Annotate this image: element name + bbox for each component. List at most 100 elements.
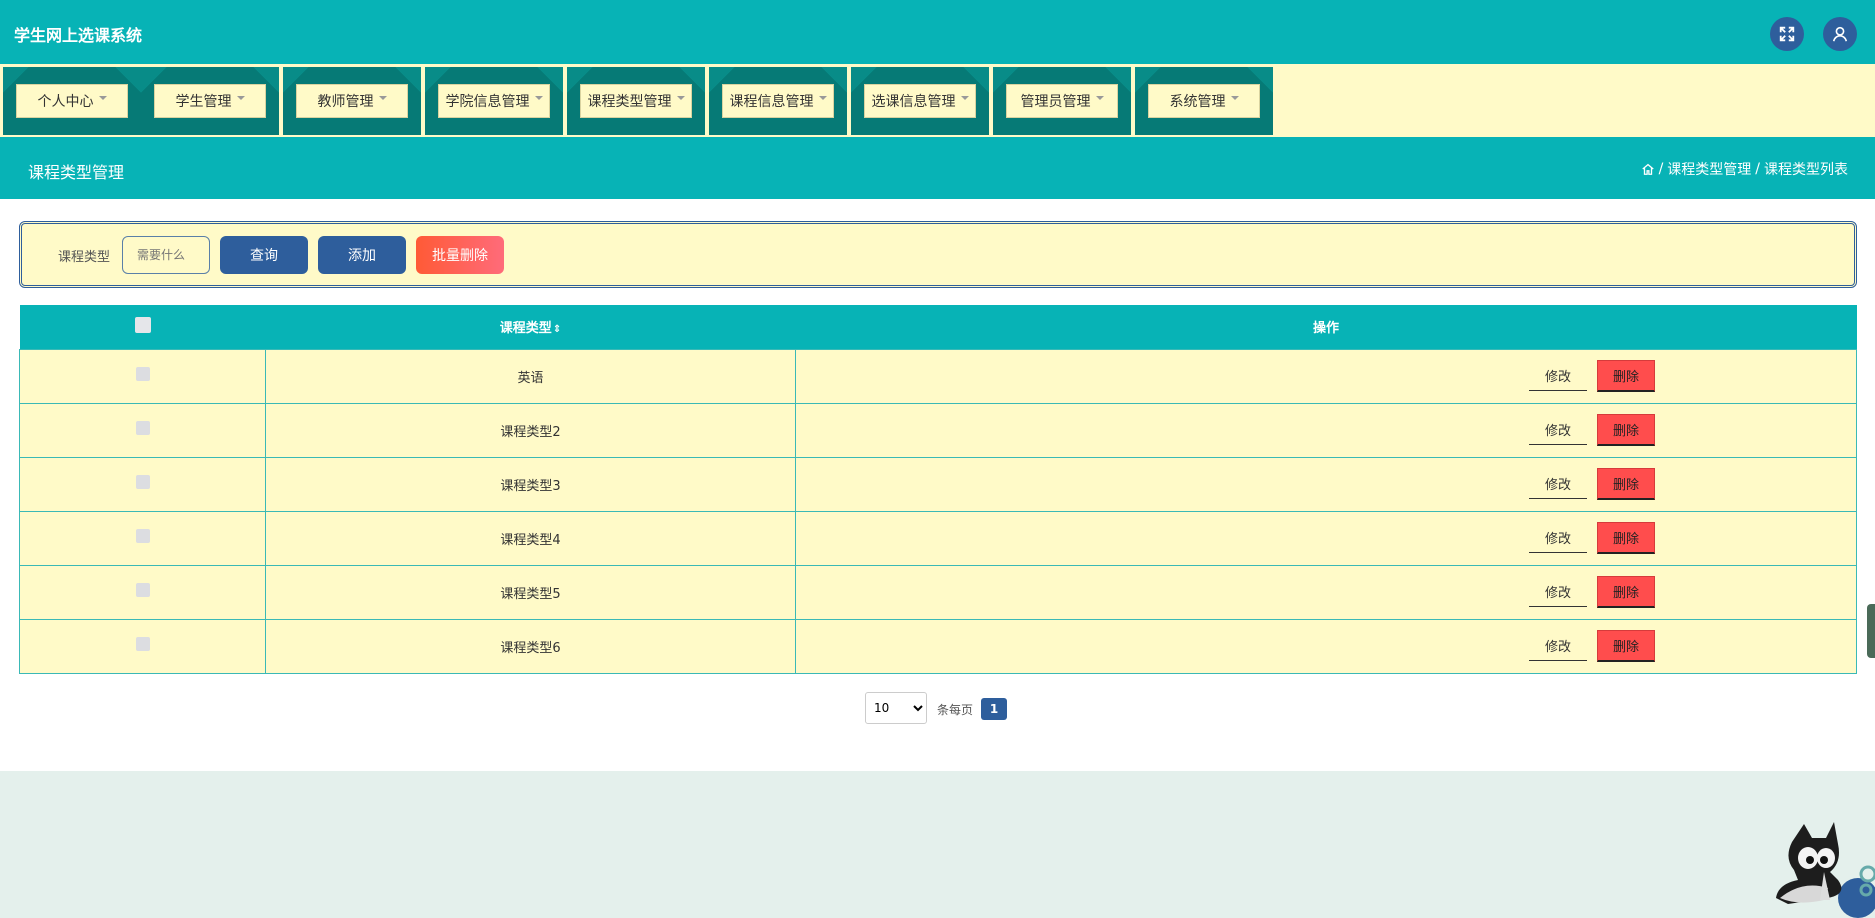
row-check-cell (19, 564, 266, 620)
per-page-label: 条每页 (937, 703, 974, 717)
row-check-cell (19, 402, 266, 458)
nav-label: 学生管理 (175, 94, 232, 110)
row-type: 课程类型3 (265, 456, 796, 512)
nav-item-college-management[interactable]: 学院信息管理 (425, 67, 563, 135)
breadcrumb: / 课程类型管理 / 课程类型列表 (1641, 159, 1848, 179)
header-label: 课程类型 (499, 321, 552, 337)
main-nav: 个人中心 学生管理 教师管理 学院信息管理 课程类型管理 课程信息管理 选课信息… (0, 64, 1875, 137)
nav-label: 系统管理 (1169, 94, 1226, 110)
row-check-cell (19, 510, 266, 566)
row-type: 课程类型6 (265, 618, 796, 674)
page-title: 课程类型管理 (28, 163, 125, 182)
row-checkbox[interactable] (135, 475, 150, 489)
column-header-ops: 操作 (795, 305, 1857, 349)
row-type: 英语 (265, 348, 796, 404)
delete-button[interactable]: 删除 (1597, 630, 1655, 662)
row-checkbox[interactable] (135, 421, 150, 435)
nav-item-course-type-management[interactable]: 课程类型管理 (567, 67, 705, 135)
table-row: 课程类型6 修改 删除 (19, 618, 1857, 674)
row-ops: 修改 删除 (795, 618, 1857, 674)
row-type: 课程类型2 (265, 402, 796, 458)
add-button[interactable]: 添加 (318, 236, 406, 274)
page-header: 课程类型管理 / 课程类型管理 / 课程类型列表 (0, 137, 1875, 199)
caret-down-icon (378, 96, 387, 100)
row-checkbox[interactable] (135, 529, 150, 543)
delete-button[interactable]: 删除 (1597, 522, 1655, 554)
select-all-checkbox[interactable] (134, 316, 151, 333)
row-checkbox[interactable] (135, 583, 150, 597)
search-label: 课程类型 (58, 250, 111, 265)
course-type-table: 课程类型⇕ 操作 英语 修改 删除 课程类型2 修改 删除 课程类型3 修改 删除 课… (19, 305, 1857, 674)
nav-label: 课程信息管理 (729, 94, 814, 110)
caret-down-icon (1230, 96, 1239, 100)
caret-down-icon (960, 96, 969, 100)
nav-item-student-management[interactable]: 学生管理 (141, 67, 279, 135)
caret-down-icon (236, 96, 245, 100)
row-type: 课程类型5 (265, 564, 796, 620)
table-row: 课程类型4 修改 删除 (19, 510, 1857, 566)
edit-button[interactable]: 修改 (1529, 577, 1587, 607)
edit-button[interactable]: 修改 (1529, 361, 1587, 391)
sort-icon[interactable]: ⇕ (553, 324, 561, 335)
nav-label: 个人中心 (37, 94, 94, 110)
breadcrumb-item: 课程类型列表 (1764, 162, 1848, 178)
delete-button[interactable]: 删除 (1597, 576, 1655, 608)
row-ops: 修改 删除 (795, 402, 1857, 458)
table-header-row: 课程类型⇕ 操作 (19, 305, 1857, 349)
nav-label: 选课信息管理 (871, 94, 956, 110)
delete-button[interactable]: 删除 (1597, 414, 1655, 446)
caret-down-icon (676, 96, 685, 100)
delete-button[interactable]: 删除 (1597, 360, 1655, 392)
row-checkbox[interactable] (135, 637, 150, 651)
home-icon[interactable] (1641, 162, 1655, 176)
nav-label: 教师管理 (317, 94, 374, 110)
nav-item-admin-management[interactable]: 管理员管理 (993, 67, 1131, 135)
nav-item-selection-info-management[interactable]: 选课信息管理 (851, 67, 989, 135)
nav-item-teacher-management[interactable]: 教师管理 (283, 67, 421, 135)
table-row: 课程类型2 修改 删除 (19, 402, 1857, 458)
row-ops: 修改 删除 (795, 564, 1857, 620)
caret-down-icon (1095, 96, 1104, 100)
table-row: 课程类型3 修改 删除 (19, 456, 1857, 512)
nav-item-course-info-management[interactable]: 课程信息管理 (709, 67, 847, 135)
delete-button[interactable]: 删除 (1597, 468, 1655, 500)
table-row: 课程类型5 修改 删除 (19, 564, 1857, 620)
breadcrumb-item[interactable]: 课程类型管理 (1667, 159, 1751, 179)
column-header-type[interactable]: 课程类型⇕ (265, 305, 796, 349)
caret-down-icon (98, 96, 107, 100)
top-bar: 学生网上选课系统 (0, 0, 1875, 64)
breadcrumb-separator: / (1755, 161, 1760, 177)
nav-item-system-management[interactable]: 系统管理 (1135, 67, 1273, 135)
select-all-cell (19, 305, 266, 349)
edit-button[interactable]: 修改 (1529, 469, 1587, 499)
user-icon[interactable] (1823, 17, 1857, 51)
app-title: 学生网上选课系统 (14, 26, 143, 45)
edit-button[interactable]: 修改 (1529, 631, 1587, 661)
row-type: 课程类型4 (265, 510, 796, 566)
caret-down-icon (818, 96, 827, 100)
row-ops: 修改 删除 (795, 456, 1857, 512)
caret-down-icon (534, 96, 543, 100)
batch-delete-button[interactable]: 批量删除 (416, 236, 504, 274)
row-check-cell (19, 348, 266, 404)
row-check-cell (19, 456, 266, 512)
edit-button[interactable]: 修改 (1529, 523, 1587, 553)
row-check-cell (19, 618, 266, 674)
fullscreen-icon[interactable] (1770, 17, 1804, 51)
page-number-current[interactable]: 1 (981, 698, 1007, 720)
nav-label: 学院信息管理 (445, 94, 530, 110)
row-ops: 修改 删除 (795, 510, 1857, 566)
scrollbar-thumb[interactable] (1867, 604, 1875, 658)
edit-button[interactable]: 修改 (1529, 415, 1587, 445)
row-checkbox[interactable] (135, 367, 150, 381)
nav-item-personal-center[interactable]: 个人中心 (3, 67, 141, 135)
nav-label: 管理员管理 (1020, 94, 1091, 110)
table-row: 英语 修改 删除 (19, 348, 1857, 404)
breadcrumb-separator: / (1658, 161, 1664, 177)
nav-label: 课程类型管理 (587, 94, 672, 110)
query-button[interactable]: 查询 (220, 236, 308, 274)
page-size-select[interactable]: 10 (865, 692, 927, 724)
search-input[interactable] (122, 236, 210, 274)
row-ops: 修改 删除 (795, 348, 1857, 404)
mascot-cat-icon[interactable] (1768, 814, 1875, 918)
